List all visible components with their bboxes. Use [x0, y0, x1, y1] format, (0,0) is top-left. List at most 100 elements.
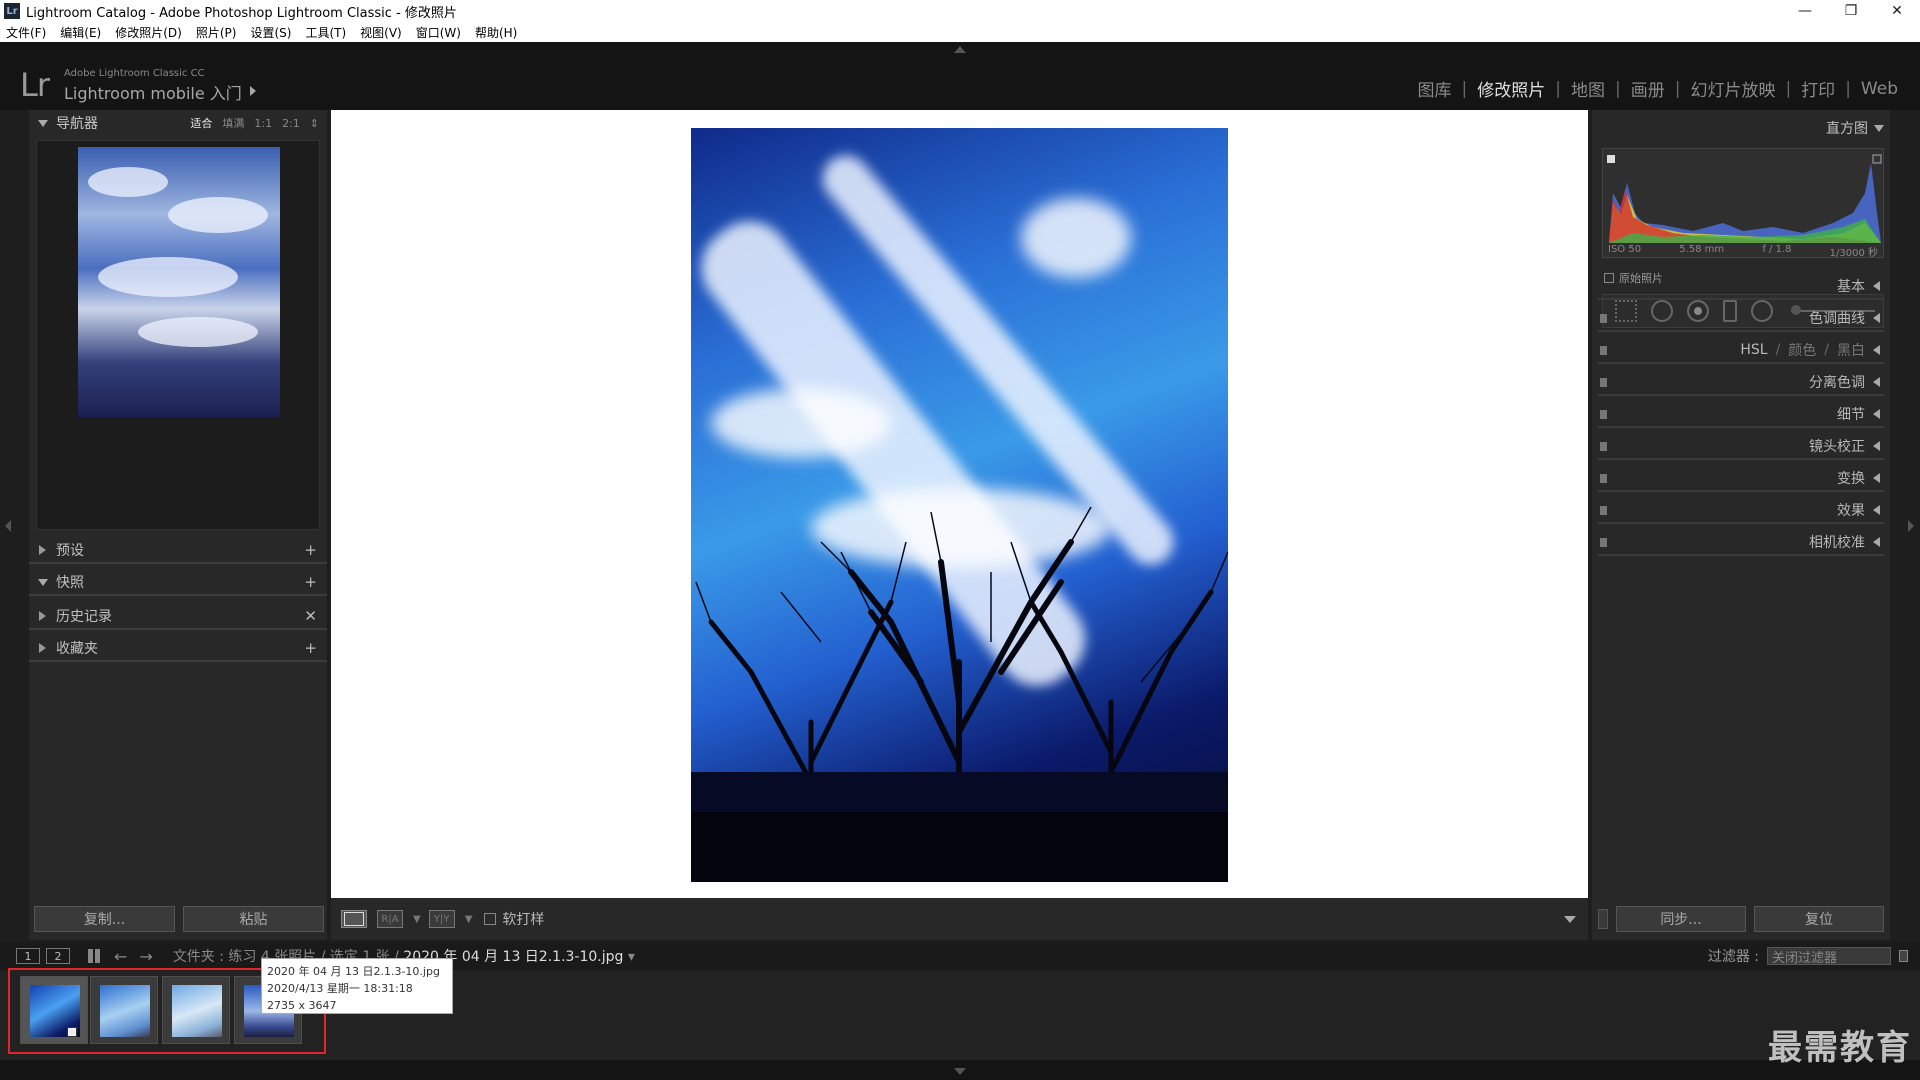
paste-button[interactable]: 粘贴: [183, 906, 324, 932]
source-folder[interactable]: 文件夹 : 练习: [173, 949, 257, 965]
menu-develop[interactable]: 修改照片(D): [115, 24, 182, 41]
module-map[interactable]: 地图: [1561, 76, 1615, 101]
split-toning-section[interactable]: 分离色调: [1598, 370, 1884, 396]
copy-button[interactable]: 复制...: [34, 906, 175, 932]
navigator-thumbnail[interactable]: [78, 147, 280, 417]
panel-switch-icon[interactable]: [1600, 346, 1607, 355]
lens-corrections-section[interactable]: 镜头校正: [1598, 434, 1884, 460]
toolbar-menu-icon[interactable]: [1564, 916, 1576, 923]
collapse-top-panel-icon[interactable]: [954, 46, 966, 53]
module-print[interactable]: 打印: [1791, 76, 1845, 101]
hsl-tab[interactable]: HSL: [1740, 342, 1767, 358]
chevron-down-icon[interactable]: ▼: [413, 914, 421, 925]
expand-triangle-icon[interactable]: [1873, 313, 1880, 323]
presets-section[interactable]: 预设 +: [29, 538, 327, 564]
navigator-preview[interactable]: [36, 140, 320, 530]
zoom-1-1[interactable]: 1:1: [254, 117, 272, 130]
panel-switch-icon[interactable]: [1600, 538, 1607, 547]
loupe-view[interactable]: [331, 110, 1588, 898]
secondary-window-button[interactable]: 2: [46, 948, 70, 964]
minimize-button[interactable]: —: [1782, 0, 1828, 22]
expand-triangle-icon[interactable]: [1873, 409, 1880, 419]
module-develop[interactable]: 修改照片: [1467, 76, 1555, 101]
module-web[interactable]: Web: [1851, 79, 1908, 99]
zoom-fit[interactable]: 适合: [190, 115, 212, 131]
expand-triangle-icon[interactable]: [1873, 345, 1880, 355]
expand-triangle-icon[interactable]: [1873, 537, 1880, 547]
grid-view-icon[interactable]: [88, 949, 102, 963]
close-button[interactable]: ✕: [1874, 0, 1920, 22]
history-section[interactable]: 历史记录 ✕: [29, 604, 327, 630]
module-slideshow[interactable]: 幻灯片放映: [1680, 76, 1785, 101]
snapshots-section[interactable]: 快照 +: [29, 570, 327, 596]
sync-button[interactable]: 同步...: [1616, 906, 1746, 932]
zoom-2-1[interactable]: 2:1: [282, 117, 300, 130]
chevron-down-icon[interactable]: ▼: [465, 914, 473, 925]
expand-triangle-icon[interactable]: [39, 611, 46, 621]
expand-triangle-icon[interactable]: [1873, 473, 1880, 483]
menu-window[interactable]: 窗口(W): [416, 24, 461, 41]
add-collection-icon[interactable]: +: [304, 639, 317, 657]
calibration-section[interactable]: 相机校准: [1598, 530, 1884, 556]
module-library[interactable]: 图库: [1408, 76, 1462, 101]
menu-tools[interactable]: 工具(T): [305, 24, 346, 41]
expand-triangle-icon[interactable]: [1873, 505, 1880, 515]
expand-triangle-icon[interactable]: [1873, 377, 1880, 387]
menu-help[interactable]: 帮助(H): [475, 24, 517, 41]
expand-triangle-icon[interactable]: [38, 578, 48, 586]
hsl-section[interactable]: HSL / 颜色 / 黑白: [1598, 338, 1884, 364]
panel-switch-icon[interactable]: [1600, 474, 1607, 483]
collections-section[interactable]: 收藏夹 +: [29, 636, 327, 662]
bw-tab[interactable]: 黑白: [1837, 340, 1865, 360]
collapse-filmstrip-icon[interactable]: [954, 1068, 966, 1075]
add-snapshot-icon[interactable]: +: [304, 573, 317, 591]
main-photo[interactable]: [691, 128, 1228, 882]
basic-section[interactable]: 基本: [1598, 274, 1884, 300]
expand-triangle-icon[interactable]: [1874, 124, 1884, 132]
back-arrow-icon[interactable]: ←: [114, 947, 127, 966]
loupe-view-icon[interactable]: [341, 910, 367, 928]
expand-triangle-icon[interactable]: [39, 643, 46, 653]
mobile-status[interactable]: Lightroom mobile 入门: [64, 80, 242, 104]
sync-switch-icon[interactable]: [1598, 909, 1608, 929]
add-preset-icon[interactable]: +: [304, 541, 317, 559]
before-after-icon[interactable]: R|A: [377, 910, 403, 928]
soft-proof-checkbox[interactable]: [484, 913, 497, 925]
histogram[interactable]: [1602, 148, 1884, 258]
menu-view[interactable]: 视图(V): [360, 24, 402, 41]
effects-section[interactable]: 效果: [1598, 498, 1884, 524]
menu-file[interactable]: 文件(F): [6, 24, 46, 41]
zoom-spinner-icon[interactable]: ⇕: [310, 117, 319, 130]
module-book[interactable]: 画册: [1621, 76, 1675, 101]
forward-arrow-icon[interactable]: →: [139, 947, 152, 966]
transform-section[interactable]: 变换: [1598, 466, 1884, 492]
chevron-down-icon[interactable]: ▾: [628, 949, 635, 965]
histogram-header[interactable]: 直方图: [1826, 118, 1884, 138]
before-after-split-icon[interactable]: Y|Y: [428, 910, 455, 928]
expand-triangle-icon[interactable]: [39, 545, 46, 555]
menu-settings[interactable]: 设置(S): [250, 24, 291, 41]
menu-edit[interactable]: 编辑(E): [60, 24, 101, 41]
color-tab[interactable]: 颜色: [1788, 340, 1816, 360]
filter-lock-icon[interactable]: [1899, 950, 1908, 962]
status-arrow-icon[interactable]: [250, 86, 256, 96]
panel-switch-icon[interactable]: [1600, 442, 1607, 451]
detail-section[interactable]: 细节: [1598, 402, 1884, 428]
menu-photo[interactable]: 照片(P): [196, 24, 237, 41]
tone-curve-section[interactable]: 色调曲线: [1598, 306, 1884, 332]
zoom-fill[interactable]: 填满: [222, 115, 244, 131]
reset-button[interactable]: 复位: [1754, 906, 1884, 932]
expand-triangle-icon[interactable]: [1873, 441, 1880, 451]
restore-button[interactable]: ❐: [1828, 0, 1874, 22]
panel-switch-icon[interactable]: [1600, 410, 1607, 419]
expand-triangle-icon[interactable]: [38, 119, 48, 127]
expand-triangle-icon[interactable]: [1873, 281, 1880, 291]
navigator-header[interactable]: 导航器 适合 填满 1:1 2:1 ⇕: [29, 110, 327, 136]
panel-switch-icon[interactable]: [1600, 506, 1607, 515]
clear-history-icon[interactable]: ✕: [304, 607, 317, 625]
panel-switch-icon[interactable]: [1600, 378, 1607, 387]
collapse-left-panel-icon[interactable]: [5, 520, 11, 532]
main-window-button[interactable]: 1: [16, 948, 40, 964]
filter-select[interactable]: 关闭过滤器: [1767, 947, 1891, 966]
panel-switch-icon[interactable]: [1600, 314, 1607, 323]
